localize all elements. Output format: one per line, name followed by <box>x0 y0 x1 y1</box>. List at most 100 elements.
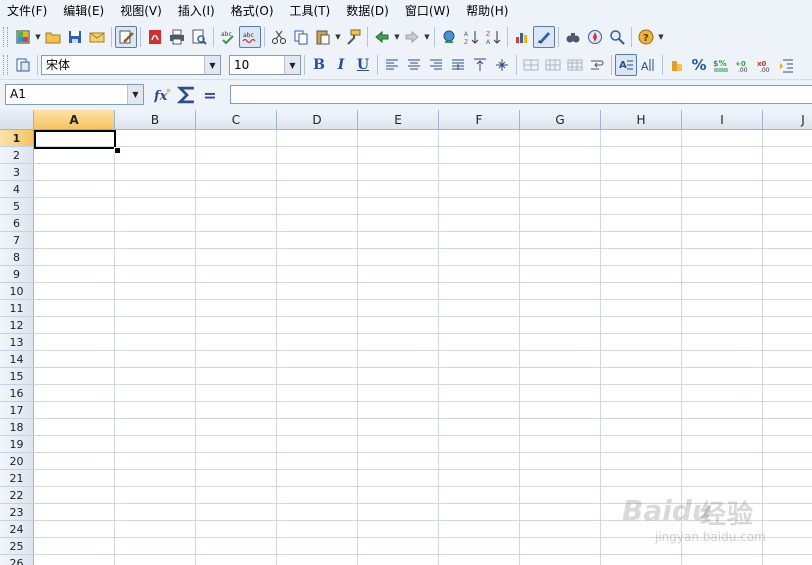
styles-icon[interactable] <box>12 54 34 76</box>
menu-data[interactable]: 数据(D) <box>338 0 397 22</box>
currency-format-icon[interactable] <box>666 54 688 76</box>
row-header-14[interactable]: 14 <box>0 351 34 368</box>
paste-dropdown-icon[interactable]: ▼ <box>334 26 342 48</box>
equals-button[interactable]: = <box>199 84 221 106</box>
find-replace-icon[interactable] <box>562 26 584 48</box>
column-header-e[interactable]: E <box>358 110 439 130</box>
merge-cells-icon[interactable] <box>520 54 542 76</box>
row-header-23[interactable]: 23 <box>0 504 34 521</box>
align-center-icon[interactable] <box>403 54 425 76</box>
copy-icon[interactable] <box>290 26 312 48</box>
column-header-j[interactable]: J <box>763 110 812 130</box>
menu-tools[interactable]: 工具(T) <box>282 0 339 22</box>
email-icon[interactable] <box>86 26 108 48</box>
menu-help[interactable]: 帮助(H) <box>458 0 516 22</box>
bold-icon[interactable]: B <box>308 54 330 76</box>
menu-view[interactable]: 视图(V) <box>112 0 170 22</box>
format-painter-icon[interactable] <box>342 26 364 48</box>
row-header-1[interactable]: 1 <box>0 130 34 147</box>
align-middle-icon[interactable] <box>491 54 513 76</box>
font-name-value[interactable]: 宋体 <box>42 56 204 74</box>
export-pdf-icon[interactable] <box>144 26 166 48</box>
edit-mode-icon[interactable] <box>115 25 137 48</box>
spellcheck-icon[interactable]: abc <box>217 26 239 48</box>
row-header-7[interactable]: 7 <box>0 232 34 249</box>
select-all-corner[interactable] <box>0 110 34 130</box>
zoom-icon[interactable] <box>606 26 628 48</box>
row-header-6[interactable]: 6 <box>0 215 34 232</box>
row-header-5[interactable]: 5 <box>0 198 34 215</box>
chevron-down-icon[interactable]: ▼ <box>204 56 220 74</box>
menu-edit[interactable]: 编辑(E) <box>55 0 112 22</box>
print-preview-icon[interactable] <box>188 26 210 48</box>
fill-handle[interactable] <box>114 147 121 154</box>
column-header-g[interactable]: G <box>520 110 601 130</box>
undo-icon[interactable] <box>371 26 393 48</box>
navigator-icon[interactable] <box>584 26 606 48</box>
row-header-4[interactable]: 4 <box>0 181 34 198</box>
sum-icon[interactable] <box>176 84 198 106</box>
new-dropdown-icon[interactable]: ▼ <box>34 26 42 48</box>
font-size-value[interactable]: 10 <box>230 56 284 74</box>
toolbar-grip[interactable] <box>3 26 8 47</box>
percent-format-icon[interactable]: % <box>688 54 710 76</box>
row-header-24[interactable]: 24 <box>0 521 34 538</box>
cell-reference[interactable]: A1 <box>6 85 127 104</box>
open-folder-icon[interactable] <box>42 26 64 48</box>
cell-grid-icon[interactable] <box>564 54 586 76</box>
align-left-icon[interactable] <box>381 54 403 76</box>
row-header-17[interactable]: 17 <box>0 402 34 419</box>
undo-dropdown-icon[interactable]: ▼ <box>393 26 401 48</box>
row-header-20[interactable]: 20 <box>0 453 34 470</box>
font-name-combo[interactable]: 宋体 ▼ <box>41 55 221 75</box>
column-header-f[interactable]: F <box>439 110 520 130</box>
chevron-down-icon[interactable]: ▼ <box>284 56 300 74</box>
menu-file[interactable]: 文件(F) <box>0 0 55 22</box>
indent-icon[interactable] <box>776 54 798 76</box>
row-header-18[interactable]: 18 <box>0 419 34 436</box>
align-top-icon[interactable] <box>469 54 491 76</box>
row-header-21[interactable]: 21 <box>0 470 34 487</box>
save-icon[interactable] <box>64 26 86 48</box>
vertical-text-icon[interactable]: A <box>637 54 659 76</box>
chart-icon[interactable] <box>511 26 533 48</box>
column-header-i[interactable]: I <box>682 110 763 130</box>
row-header-2[interactable]: 2 <box>0 147 34 164</box>
redo-dropdown-icon[interactable]: ▼ <box>423 26 431 48</box>
delete-decimal-icon[interactable]: x0.00 <box>754 54 776 76</box>
row-header-3[interactable]: 3 <box>0 164 34 181</box>
line-break-icon[interactable] <box>586 54 608 76</box>
row-header-9[interactable]: 9 <box>0 266 34 283</box>
column-header-d[interactable]: D <box>277 110 358 130</box>
sort-descending-icon[interactable]: ZA <box>482 26 504 48</box>
toolbar-overflow-icon[interactable]: ▼ <box>657 26 665 48</box>
draw-functions-icon[interactable] <box>533 25 555 48</box>
row-header-16[interactable]: 16 <box>0 385 34 402</box>
italic-icon[interactable]: I <box>330 54 352 76</box>
redo-icon[interactable] <box>401 26 423 48</box>
row-header-19[interactable]: 19 <box>0 436 34 453</box>
row-header-26[interactable]: 26 <box>0 555 34 565</box>
hyperlink-icon[interactable] <box>438 26 460 48</box>
text-direction-icon[interactable]: A <box>615 54 637 76</box>
menu-window[interactable]: 窗口(W) <box>397 0 458 22</box>
cut-icon[interactable] <box>268 26 290 48</box>
underline-icon[interactable]: U <box>352 54 374 76</box>
column-header-c[interactable]: C <box>196 110 277 130</box>
add-decimal-icon[interactable]: +0.00 <box>732 54 754 76</box>
function-wizard-icon[interactable]: fx <box>152 84 174 106</box>
row-header-11[interactable]: 11 <box>0 300 34 317</box>
row-header-25[interactable]: 25 <box>0 538 34 555</box>
row-header-22[interactable]: 22 <box>0 487 34 504</box>
active-cell-cursor[interactable] <box>34 130 116 149</box>
paste-icon[interactable] <box>312 26 334 48</box>
column-header-b[interactable]: B <box>115 110 196 130</box>
print-icon[interactable] <box>166 26 188 48</box>
formula-input[interactable] <box>230 85 812 104</box>
row-header-12[interactable]: 12 <box>0 317 34 334</box>
row-header-13[interactable]: 13 <box>0 334 34 351</box>
align-right-icon[interactable] <box>425 54 447 76</box>
toolbar-grip[interactable] <box>3 55 8 75</box>
row-header-8[interactable]: 8 <box>0 249 34 266</box>
align-justify-icon[interactable] <box>447 54 469 76</box>
